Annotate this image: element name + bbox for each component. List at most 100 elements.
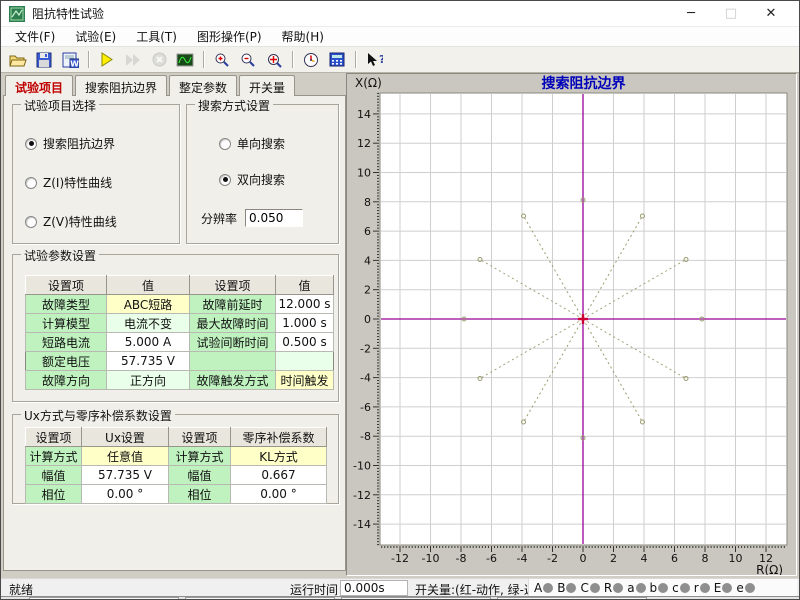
status-bar: 就绪 运行时间 0.000s 开关量:(红-动作, 绿-返回) ABCRabcr… — [1, 578, 800, 596]
svg-text:X(Ω): X(Ω) — [355, 76, 382, 90]
table-value-cell[interactable]: 12.000 s — [276, 295, 334, 314]
context-help-button[interactable]: ? — [361, 49, 387, 71]
indicator-lamp-icon — [722, 583, 732, 593]
indicator-lamp-icon — [745, 583, 755, 593]
radio-circle-icon[interactable] — [25, 138, 37, 150]
table-label-cell: 额定电压 — [26, 352, 107, 371]
indicator-lamp-icon — [680, 583, 690, 593]
tab-search-impedance-boundary[interactable]: 搜索阻抗边界 — [75, 75, 167, 96]
radio-搜索阻抗边界[interactable]: 搜索阻抗边界 — [25, 135, 115, 152]
table-value-cell[interactable]: 0.500 s — [276, 333, 334, 352]
timer-button[interactable] — [298, 49, 324, 71]
window-title: 阻抗特性试验 — [32, 5, 104, 22]
radio-circle-icon[interactable] — [25, 177, 37, 189]
impedance-chart[interactable]: 14121086420-2-4-6-8-10-12-14-12-10-8-6-4… — [346, 73, 797, 576]
table-label-cell: 故障方向 — [26, 371, 107, 390]
table-value-cell[interactable]: 0.667 — [231, 466, 327, 485]
radio-circle-icon[interactable] — [219, 138, 231, 150]
calculator-button[interactable] — [324, 49, 350, 71]
table-value-cell[interactable]: 任意值 — [82, 447, 169, 466]
radio-circle-icon[interactable] — [25, 216, 37, 228]
app-icon — [9, 6, 25, 22]
maximize-button: □ — [711, 2, 751, 26]
zoom-in-button[interactable] — [209, 49, 235, 71]
table-label-cell: 短路电流 — [26, 333, 107, 352]
zoom-out-button[interactable] — [235, 49, 261, 71]
radio-label: 搜索阻抗边界 — [43, 135, 115, 152]
tab-switch-quantity[interactable]: 开关量 — [239, 75, 295, 96]
table-value-cell[interactable]: 电流不变 — [107, 314, 190, 333]
group-test-project-select: 试验项目选择 搜索阻抗边界Z(I)特性曲线Z(V)特性曲线 — [12, 104, 180, 244]
export-word-button[interactable]: W — [57, 49, 83, 71]
runtime-value: 0.000s — [340, 580, 408, 596]
zoom-reset-button[interactable] — [261, 49, 287, 71]
save-file-button[interactable] — [31, 49, 57, 71]
toolbar: W? — [1, 47, 799, 73]
table-value-cell[interactable] — [276, 352, 334, 371]
menu-test[interactable]: 试验(E) — [65, 26, 126, 47]
svg-text:-6: -6 — [360, 401, 371, 414]
indicator-letter: B — [557, 581, 565, 595]
tab-test-project[interactable]: 试验项目 — [5, 75, 73, 96]
table-label-cell: 最大故障时间 — [190, 314, 276, 333]
table-value-cell[interactable]: 1.000 s — [276, 314, 334, 333]
svg-text:8: 8 — [364, 196, 371, 209]
table-label-cell: 计算方式 — [26, 447, 82, 466]
radio-双向搜索[interactable]: 双向搜索 — [219, 171, 285, 188]
indicator-lamp-icon — [543, 583, 553, 593]
table-label-cell: 计算方式 — [169, 447, 231, 466]
table-value-cell[interactable]: 57.735 V — [82, 466, 169, 485]
table-value-cell[interactable]: 0.00 ° — [82, 485, 169, 504]
switch-indicator-r: r — [694, 581, 710, 595]
left-panel: 试验项目搜索阻抗边界整定参数开关量 试验项目选择 搜索阻抗边界Z(I)特性曲线Z… — [3, 73, 346, 576]
svg-text:-8: -8 — [360, 430, 371, 443]
stop-test-button — [146, 49, 172, 71]
radio-label: 单向搜索 — [237, 135, 285, 152]
table-label-cell: 幅值 — [169, 466, 231, 485]
open-file-button[interactable] — [5, 49, 31, 71]
menu-help[interactable]: 帮助(H) — [272, 26, 334, 47]
resolution-input[interactable] — [245, 209, 303, 227]
waveform-display-button[interactable] — [172, 49, 198, 71]
tab-setting-params[interactable]: 整定参数 — [169, 75, 237, 96]
menu-tools[interactable]: 工具(T) — [126, 26, 187, 47]
svg-text:2: 2 — [610, 552, 617, 565]
radio-label: Z(I)特性曲线 — [43, 174, 112, 191]
table-value-cell[interactable]: KL方式 — [231, 447, 327, 466]
indicator-letter: C — [580, 581, 588, 595]
table-header: Ux设置 — [82, 428, 169, 447]
svg-text:-2: -2 — [547, 552, 558, 565]
indicator-lamp-icon — [566, 583, 576, 593]
radio-单向搜索[interactable]: 单向搜索 — [219, 135, 285, 152]
radio-circle-icon[interactable] — [219, 174, 231, 186]
indicator-letter: e — [736, 581, 743, 595]
menu-file[interactable]: 文件(F) — [5, 26, 65, 47]
svg-text:-14: -14 — [353, 518, 371, 531]
fast-forward-button — [120, 49, 146, 71]
radio-Z(V)特性曲线[interactable]: Z(V)特性曲线 — [25, 213, 117, 230]
group-title: 试验项目选择 — [21, 97, 99, 114]
svg-text:10: 10 — [729, 552, 743, 565]
menu-graph-ops[interactable]: 图形操作(P) — [187, 26, 272, 47]
run-test-button[interactable] — [94, 49, 120, 71]
table-value-cell[interactable]: 5.000 A — [107, 333, 190, 352]
table-value-cell[interactable]: 0.00 ° — [231, 485, 327, 504]
svg-text:12: 12 — [357, 137, 371, 150]
indicator-lamp-icon — [613, 583, 623, 593]
radio-Z(I)特性曲线[interactable]: Z(I)特性曲线 — [25, 174, 112, 191]
table-value-cell[interactable]: ABC短路 — [107, 295, 190, 314]
radio-label: Z(V)特性曲线 — [43, 213, 117, 230]
table-label-cell: 幅值 — [26, 466, 82, 485]
toolbar-separator — [203, 51, 204, 68]
table-value-cell[interactable]: 正方向 — [107, 371, 190, 390]
close-button[interactable]: ✕ — [751, 2, 791, 26]
group-title: Ux方式与零序补偿系数设置 — [21, 407, 175, 424]
table-value-cell[interactable]: 时间触发 — [276, 371, 334, 390]
switch-indicator-C: C — [580, 581, 599, 595]
indicator-letter: E — [714, 581, 722, 595]
svg-text:-6: -6 — [486, 552, 497, 565]
svg-text:-2: -2 — [360, 342, 371, 355]
table-value-cell[interactable]: 57.735 V — [107, 352, 190, 371]
table-header: 设置项 — [169, 428, 231, 447]
minimize-button[interactable]: ─ — [671, 2, 711, 26]
